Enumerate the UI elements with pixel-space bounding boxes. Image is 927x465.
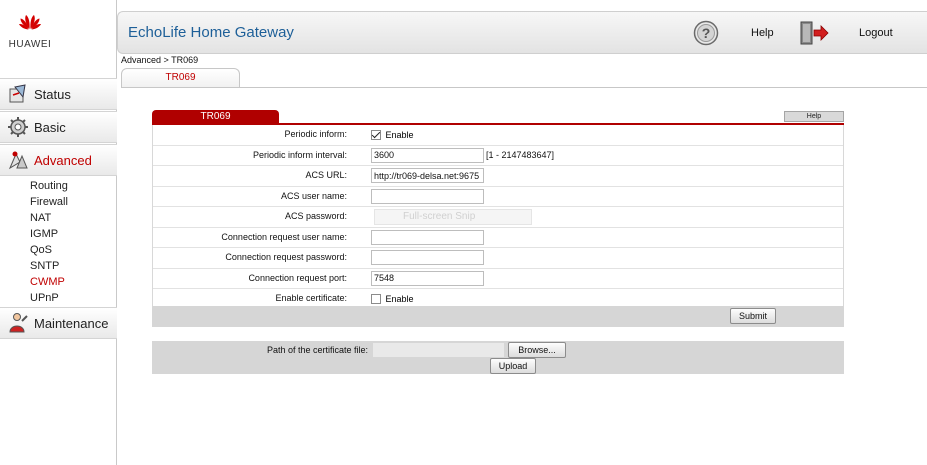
subnav-qos[interactable]: QoS (30, 242, 52, 258)
basic-icon (6, 115, 30, 139)
label-acs-url: ACS URL: (305, 170, 347, 180)
row-conn-req-user-name: Connection request user name: (153, 228, 843, 248)
subnav-upnp[interactable]: UPnP (30, 290, 59, 306)
enable-certificate-value: Enable (371, 293, 414, 304)
label-periodic-inform-interval: Periodic inform interval: (252, 149, 347, 160)
subnav-igmp[interactable]: IGMP (30, 226, 58, 242)
submit-bar: Submit (152, 306, 844, 327)
row-conn-req-port: Connection request port: (153, 269, 843, 289)
periodic-inform-enable-label: Enable (385, 129, 414, 140)
tab-tr069[interactable]: TR069 (121, 68, 240, 87)
maintenance-icon (6, 311, 30, 335)
label-acs-user-name: ACS user name: (280, 190, 347, 201)
periodic-inform-interval-input[interactable] (371, 147, 484, 163)
nav-maintenance[interactable]: Maintenance (0, 307, 117, 339)
form-help-button[interactable]: Help (784, 111, 844, 122)
row-acs-url: ACS URL: (153, 166, 843, 187)
row-periodic-inform-interval: Periodic inform interval: [1 - 214748364… (153, 146, 843, 166)
subnav-sntp[interactable]: SNTP (30, 258, 59, 274)
huawei-flower-icon (19, 15, 41, 30)
acs-url-input[interactable] (371, 168, 484, 183)
acs-user-name-input[interactable] (371, 188, 484, 204)
enable-certificate-checkbox[interactable] (371, 293, 381, 304)
nav-status-label: Status (34, 86, 71, 102)
tab-divider (121, 87, 927, 88)
label-acs-password: ACS password: (284, 211, 347, 221)
logout-link[interactable]: Logout (859, 27, 893, 39)
svg-text:?: ? (702, 25, 711, 41)
status-icon (6, 82, 30, 106)
advanced-icon (6, 148, 30, 172)
nav-basic[interactable]: Basic (0, 111, 117, 143)
subnav-routing[interactable]: Routing (30, 178, 68, 194)
upload-button[interactable]: Upload (490, 358, 536, 374)
row-acs-user-name: ACS user name: (153, 187, 843, 207)
periodic-inform-interval-value (371, 147, 484, 163)
acs-url-value (371, 168, 484, 183)
nav-maintenance-label: Maintenance (34, 315, 109, 331)
certificate-upload-section: Path of the certificate file: Browse... … (152, 341, 844, 374)
periodic-inform-checkbox[interactable] (371, 129, 381, 140)
browse-button[interactable]: Browse... (508, 342, 566, 358)
conn-req-password-input[interactable] (371, 250, 484, 265)
subnav-nat[interactable]: NAT (30, 210, 51, 226)
conn-req-password-value (371, 250, 484, 265)
submit-button[interactable]: Submit (730, 308, 776, 324)
nav-basic-label: Basic (34, 119, 66, 135)
nav-advanced[interactable]: Advanced (0, 144, 117, 176)
acs-user-name-value (371, 188, 484, 204)
logout-icon[interactable] (800, 21, 830, 45)
certificate-path-input[interactable] (373, 343, 504, 357)
enable-certificate-enable-label: Enable (385, 293, 414, 304)
nav-advanced-label: Advanced (34, 152, 92, 168)
acs-password-input[interactable]: Full-screen Snip (374, 209, 532, 225)
tr069-form: Periodic inform: Enable Periodic inform … (152, 125, 844, 306)
help-link[interactable]: Help (751, 27, 774, 39)
help-icon[interactable]: ? (693, 20, 719, 46)
label-enable-certificate: Enable certificate: (275, 293, 347, 303)
nav-status[interactable]: Status (0, 78, 117, 110)
header-bar: EchoLife Home Gateway ? Help Logout (117, 11, 927, 54)
conn-req-port-input[interactable] (371, 270, 484, 286)
form-section-title: TR069 (152, 110, 279, 123)
row-periodic-inform: Periodic inform: Enable (153, 125, 843, 146)
conn-req-user-name-input[interactable] (371, 229, 484, 245)
label-conn-req-port: Connection request port: (248, 272, 347, 283)
subnav-cwmp[interactable]: CWMP (30, 274, 65, 290)
app-title: EchoLife Home Gateway (128, 24, 294, 41)
logo-text: HUAWEI (8, 39, 52, 50)
periodic-inform-interval-hint: [1 - 2147483647] (486, 149, 555, 160)
label-conn-req-password: Connection request password: (225, 252, 347, 262)
row-conn-req-password: Connection request password: (153, 248, 843, 269)
breadcrumb: Advanced > TR069 (121, 55, 199, 65)
row-acs-password: ACS password: Full-screen Snip (153, 207, 843, 228)
subnav-firewall[interactable]: Firewall (30, 194, 68, 210)
conn-req-user-name-value (371, 229, 484, 245)
certificate-path-label: Path of the certificate file: (266, 345, 368, 355)
label-conn-req-user-name: Connection request user name: (221, 231, 347, 242)
sidebar: HUAWEI Status Basic Advanced Routing Fir… (0, 0, 117, 465)
periodic-inform-value: Enable (371, 129, 414, 140)
huawei-logo: HUAWEI (0, 0, 117, 60)
conn-req-port-value (371, 270, 484, 286)
label-periodic-inform: Periodic inform: (284, 129, 347, 139)
